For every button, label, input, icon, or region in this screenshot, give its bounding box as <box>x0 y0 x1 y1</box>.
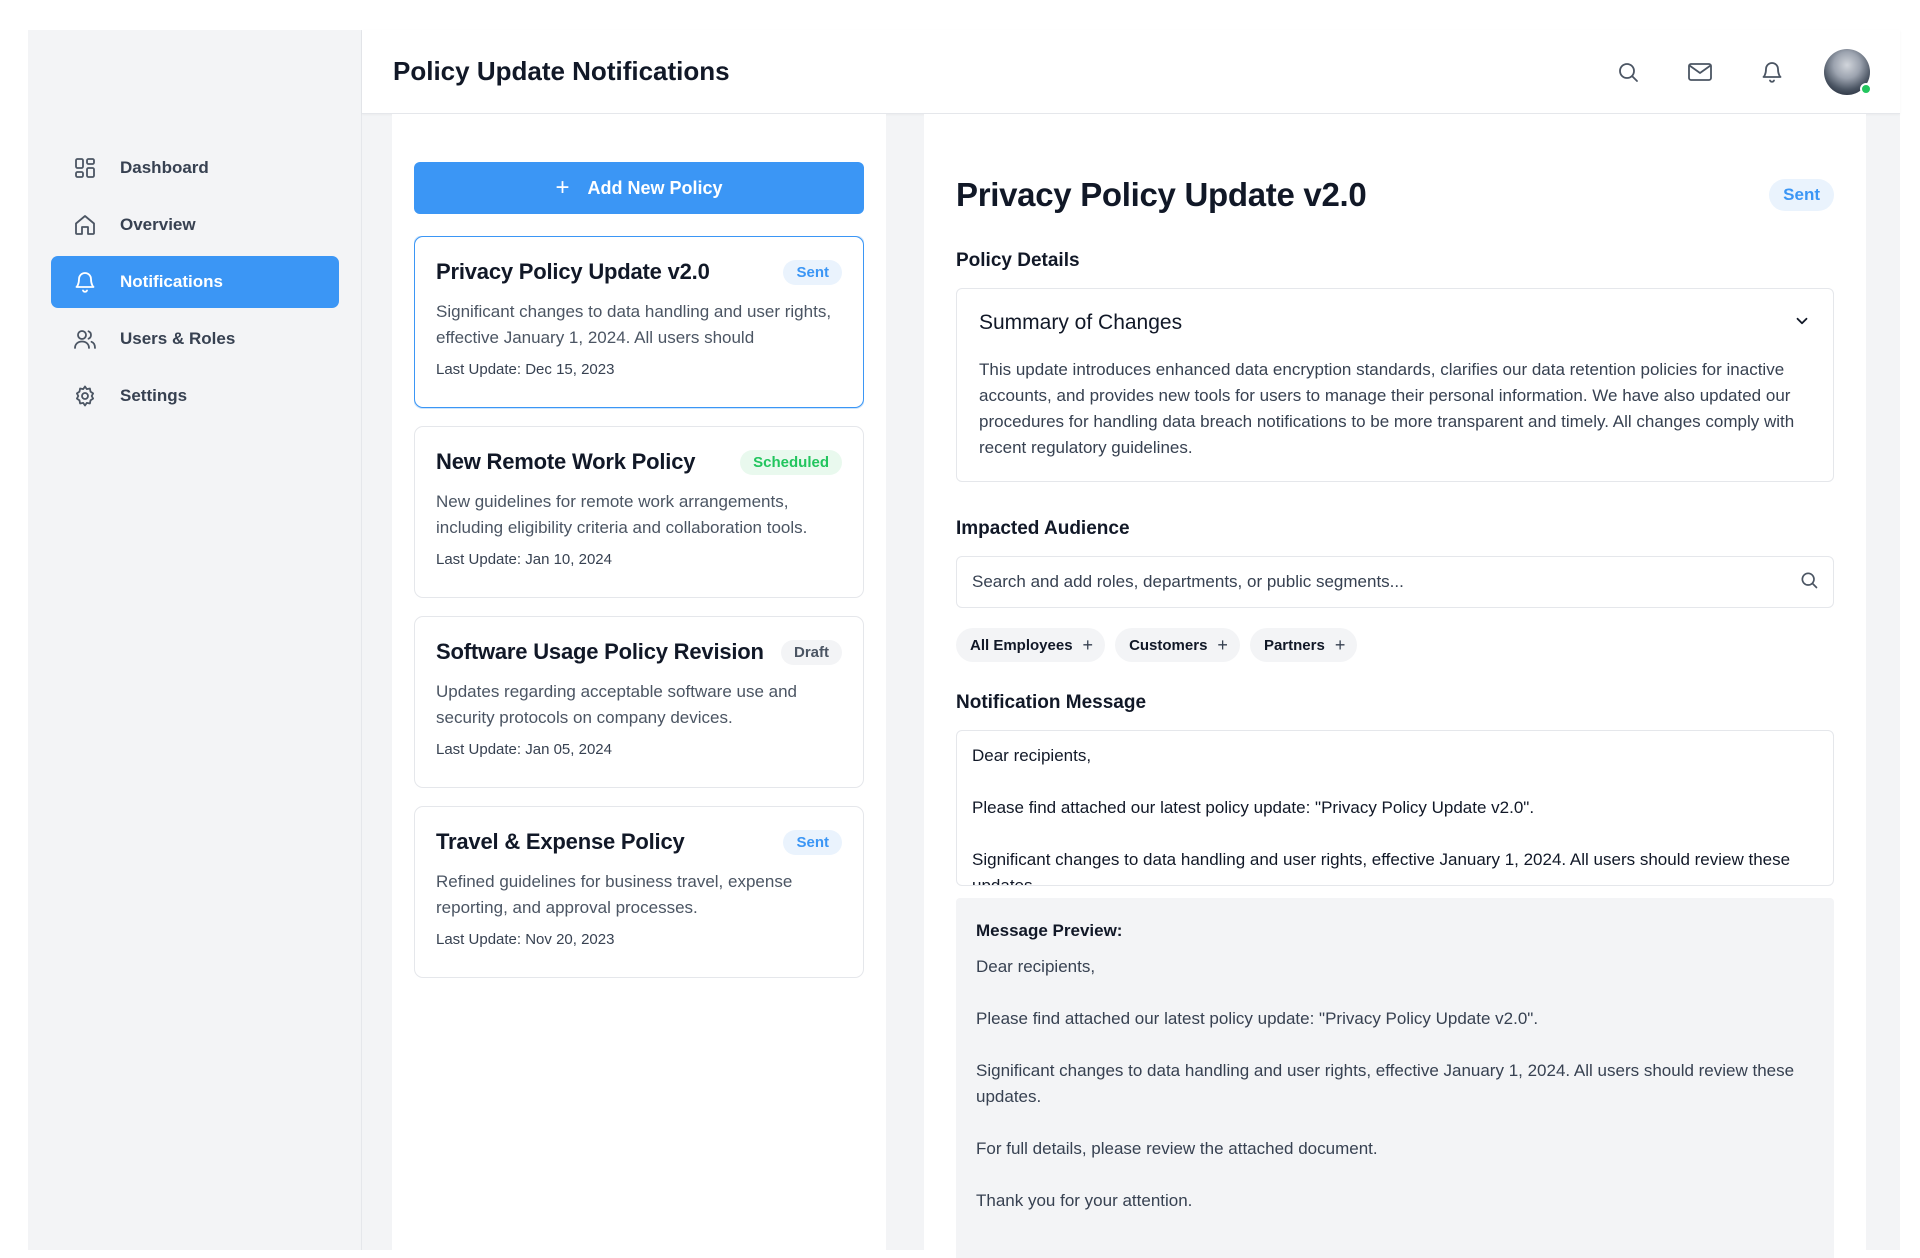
message-preview-label: Message Preview: <box>976 921 1123 940</box>
audience-search-input[interactable] <box>972 572 1799 592</box>
message-preview-text: Dear recipients, Please find attached ou… <box>976 957 1795 1210</box>
policy-card-description: Refined guidelines for business travel, … <box>436 872 793 917</box>
plus-icon: + <box>555 174 570 201</box>
policy-card-description: Updates regarding acceptable software us… <box>436 682 798 727</box>
policy-card-description: New guidelines for remote work arrangeme… <box>436 492 808 537</box>
policy-card-software-usage[interactable]: Software Usage Policy Revision Draft Upd… <box>414 616 864 788</box>
search-icon[interactable] <box>1799 570 1819 595</box>
add-new-policy-button[interactable]: + Add New Policy <box>414 162 864 214</box>
summary-toggle[interactable]: Summary of Changes <box>979 311 1811 335</box>
policy-details-label: Policy Details <box>956 250 1080 271</box>
sidebar-item-label: Notifications <box>120 272 223 291</box>
online-status-dot <box>1860 82 1872 95</box>
policy-card-last-update: Last Update: Dec 15, 2023 <box>436 361 615 378</box>
audience-chip-partners[interactable]: Partners + <box>1249 628 1358 662</box>
sidebar-item-label: Dashboard <box>120 158 209 177</box>
app-window: Dashboard Overview Notifications Users &… <box>28 30 1900 1258</box>
status-badge: Scheduled <box>740 449 842 475</box>
audience-chip-all-employees[interactable]: All Employees + <box>956 628 1106 662</box>
sidebar-item-users-roles[interactable]: Users & Roles <box>51 313 339 365</box>
policy-card-last-update: Last Update: Nov 20, 2023 <box>436 931 615 948</box>
home-icon <box>72 212 98 238</box>
mail-icon[interactable] <box>1680 52 1720 92</box>
status-badge: Draft <box>780 639 842 665</box>
notification-message-label: Notification Message <box>956 692 1147 713</box>
audience-search-box <box>956 556 1834 608</box>
sidebar-item-label: Overview <box>120 215 196 234</box>
add-new-policy-label: Add New Policy <box>587 177 723 198</box>
impacted-audience-label: Impacted Audience <box>956 518 1130 539</box>
gear-icon <box>72 383 98 409</box>
avatar[interactable] <box>1824 48 1872 95</box>
policy-card-privacy[interactable]: Privacy Policy Update v2.0 Sent Signific… <box>414 236 864 408</box>
policy-card-title: New Remote Work Policy <box>436 449 696 474</box>
policy-list-panel: + Add New Policy Privacy Policy Update v… <box>392 114 886 1254</box>
message-preview: Message Preview: Dear recipients, Please… <box>956 898 1834 1258</box>
plus-icon: + <box>1217 634 1228 655</box>
sidebar-item-label: Settings <box>120 386 188 405</box>
users-icon <box>72 326 98 352</box>
chevron-down-icon <box>1793 312 1811 335</box>
status-badge: Sent <box>1769 179 1834 211</box>
page-title: Policy Update Notifications <box>393 56 730 86</box>
chip-label: Customers <box>1129 636 1208 654</box>
detail-title: Privacy Policy Update v2.0 <box>956 176 1367 213</box>
status-badge: Sent <box>783 259 842 285</box>
summary-text: This update introduces enhanced data enc… <box>979 360 1795 457</box>
chip-label: All Employees <box>970 636 1073 654</box>
top-bar: Policy Update Notifications <box>362 30 1900 114</box>
policy-card-title: Privacy Policy Update v2.0 <box>436 259 710 284</box>
policy-card-travel-expense[interactable]: Travel & Expense Policy Sent Refined gui… <box>414 806 864 978</box>
chip-label: Partners <box>1263 636 1325 654</box>
audience-chips: All Employees + Customers + Partners + <box>956 628 1834 662</box>
policy-card-last-update: Last Update: Jan 05, 2024 <box>436 741 612 758</box>
sidebar-item-settings[interactable]: Settings <box>51 370 339 422</box>
sidebar: Dashboard Overview Notifications Users &… <box>28 30 362 1250</box>
sidebar-item-notifications[interactable]: Notifications <box>51 256 339 308</box>
policy-card-title: Software Usage Policy Revision <box>436 639 764 664</box>
content-area: + Add New Policy Privacy Policy Update v… <box>362 114 1900 1258</box>
summary-title: Summary of Changes <box>979 311 1183 334</box>
sidebar-item-label: Users & Roles <box>120 329 236 348</box>
policy-card-description: Significant changes to data handling and… <box>436 302 832 347</box>
search-icon[interactable] <box>1608 52 1648 92</box>
policy-card-title: Travel & Expense Policy <box>436 829 685 854</box>
policy-card-remote-work[interactable]: New Remote Work Policy Scheduled New gui… <box>414 426 864 598</box>
summary-of-changes-panel: Summary of Changes This update introduce… <box>956 288 1834 482</box>
policy-detail-panel: Privacy Policy Update v2.0 Sent Policy D… <box>924 114 1866 1258</box>
audience-chip-customers[interactable]: Customers + <box>1115 628 1240 662</box>
sidebar-item-overview[interactable]: Overview <box>51 199 339 251</box>
notification-message-textarea[interactable]: Dear recipients, Please find attached ou… <box>956 730 1834 886</box>
main-area: Policy Update Notifications + Add New Po… <box>362 30 1900 1258</box>
policy-card-last-update: Last Update: Jan 10, 2024 <box>436 551 612 568</box>
bell-icon <box>72 269 98 295</box>
bell-icon[interactable] <box>1752 52 1792 92</box>
sidebar-item-dashboard[interactable]: Dashboard <box>51 142 339 194</box>
status-badge: Sent <box>783 829 842 855</box>
plus-icon: + <box>1082 634 1094 655</box>
plus-icon: + <box>1334 634 1346 655</box>
dashboard-icon <box>72 155 98 181</box>
policy-list[interactable]: Privacy Policy Update v2.0 Sent Signific… <box>414 236 864 996</box>
